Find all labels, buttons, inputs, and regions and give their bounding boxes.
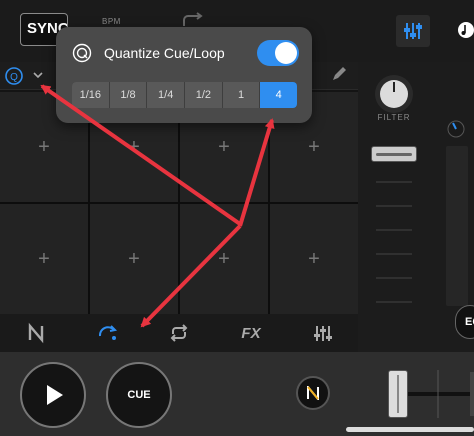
neural-mix-icon[interactable] (25, 322, 47, 344)
filter-knob[interactable] (374, 74, 414, 114)
play-icon (47, 385, 63, 405)
crossfader-track[interactable] (408, 368, 474, 420)
plus-icon: + (218, 248, 230, 270)
home-indicator (346, 427, 474, 432)
pad[interactable]: + (180, 204, 268, 314)
plus-icon: + (38, 136, 50, 158)
bpm-label: BPM (102, 17, 121, 26)
toggle-knob (275, 42, 297, 64)
quantize-option[interactable]: 1 (222, 82, 261, 108)
plus-icon: + (38, 248, 50, 270)
pencil-icon[interactable] (330, 65, 348, 83)
quantize-icon (72, 43, 92, 63)
crossfader-handle[interactable] (388, 370, 408, 418)
pad[interactable]: + (270, 204, 358, 314)
volume-fader-handle[interactable] (371, 146, 417, 162)
hotcue-mode-icon[interactable] (97, 322, 119, 344)
quantize-option[interactable]: 1/8 (109, 82, 148, 108)
eq-button[interactable]: EQ (455, 305, 474, 339)
svg-text:FX: FX (241, 325, 261, 342)
pad-mode-bar: FX (0, 314, 358, 352)
cue-button[interactable]: CUE (106, 362, 172, 428)
mixer-icon (404, 23, 422, 39)
quantize-title: Quantize Cue/Loop (104, 45, 225, 61)
plus-icon: + (308, 136, 320, 158)
quantize-toggle[interactable] (257, 40, 299, 66)
quantize-option[interactable]: 4 (260, 82, 297, 108)
plus-icon: + (218, 136, 230, 158)
play-button[interactable] (20, 362, 86, 428)
fx-mode-icon[interactable]: FX (240, 322, 262, 344)
neural-mix-icon (307, 386, 319, 400)
right-channel-strip[interactable] (446, 146, 468, 306)
filter-label: FILTER (377, 113, 411, 122)
volume-fader-track[interactable] (372, 142, 416, 318)
plus-icon: + (308, 248, 320, 270)
sliders-mode-icon[interactable] (312, 322, 334, 344)
quantize-options: 1/16 1/8 1/4 1/2 1 4 (72, 82, 297, 108)
svg-text:Q: Q (10, 72, 18, 83)
quantize-icon[interactable]: Q (4, 66, 24, 86)
chevron-down-icon[interactable] (32, 70, 44, 80)
hotcue-pads: + + + + + + + + (0, 92, 358, 314)
mixer-view-button[interactable] (396, 15, 430, 47)
neural-mix-button[interactable] (296, 376, 330, 410)
quantize-option[interactable]: 1/16 (72, 82, 110, 108)
quantize-option[interactable]: 1/2 (185, 82, 223, 108)
plus-icon: + (128, 248, 140, 270)
pad[interactable]: + (0, 204, 88, 314)
gain-knob[interactable] (447, 120, 465, 138)
music-icon[interactable] (458, 20, 474, 40)
quantize-option[interactable]: 1/4 (147, 82, 186, 108)
loop-mode-icon[interactable] (168, 322, 190, 344)
plus-icon: + (128, 136, 140, 158)
pad[interactable]: + (90, 204, 178, 314)
